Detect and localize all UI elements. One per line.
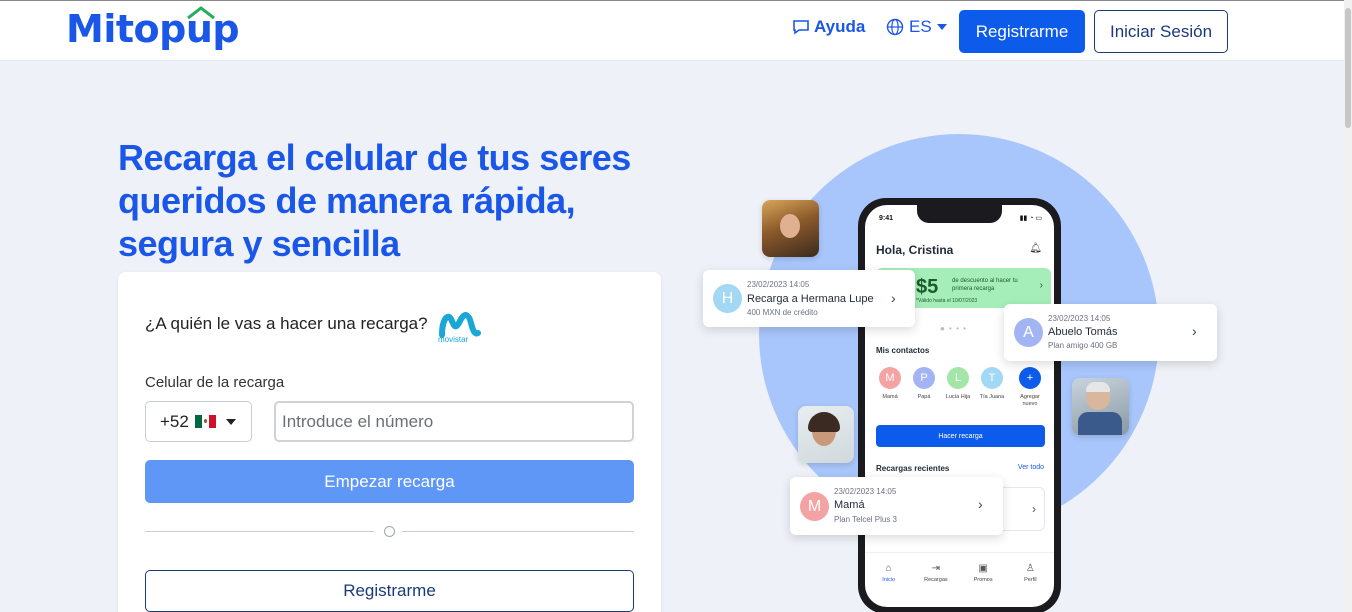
roof-icon <box>187 6 215 20</box>
recharge-date: 23/02/2023 14:05 <box>834 487 897 496</box>
contact-name: Mamá <box>882 394 898 400</box>
contact-name: Agregar nuevo <box>1020 394 1040 407</box>
recharge-date: 23/02/2023 14:05 <box>1048 314 1111 323</box>
recharge-date: 23/02/2023 14:05 <box>747 280 810 289</box>
recent-recharge-card: H 23/02/2023 14:05 Recarga a Hermana Lup… <box>703 270 915 327</box>
divider <box>145 531 374 532</box>
promo-amount: $5 <box>916 276 939 298</box>
woman-phone-photo <box>798 406 854 463</box>
avatar: T <box>981 367 1003 389</box>
user-icon: ♙ <box>1025 562 1035 574</box>
help-link[interactable]: Ayuda <box>792 17 865 37</box>
operator-name: movistar <box>438 335 469 344</box>
contacts-title: Mis contactos <box>876 346 930 355</box>
app-greeting: Hola, Cristina <box>876 243 954 257</box>
exit-icon: ⇥ <box>931 562 941 574</box>
chevron-down-icon <box>936 24 947 30</box>
top-header: Mitopup Ayuda ES Registrarme Iniciar Ses… <box>0 0 1352 61</box>
contact-item: + Agregar nuevo <box>1015 367 1045 408</box>
phone-time: 9:41 <box>879 215 894 222</box>
promo-text: de descuento al hacer tu primera recarga <box>952 278 1018 292</box>
nav-item-promos: ▣ Promos <box>968 563 998 583</box>
language-label: ES <box>909 17 932 36</box>
register-button-secondary[interactable]: Registrarme <box>145 570 634 612</box>
phone-label: Celular de la recarga <box>145 374 285 391</box>
contact-name: Tía Juana <box>979 394 1005 400</box>
globe-icon <box>886 18 904 36</box>
chevron-right-icon: › <box>1032 502 1036 516</box>
contact-name: Papá <box>917 394 931 400</box>
see-all-link: Ver todo <box>1017 464 1044 471</box>
avatar: M <box>800 492 829 521</box>
divider <box>402 531 634 532</box>
contact-item: L Lucía Hija <box>943 367 973 401</box>
app-bottom-nav: ⌂ Inicio ⇥ Recargas ▣ Promos ♙ Perfil <box>865 552 1054 592</box>
signal-battery-icon: ▮▮ ◔ ▭ <box>1019 215 1042 222</box>
avatar: P <box>913 367 935 389</box>
avatar: A <box>1014 318 1043 347</box>
chevron-right-icon: › <box>891 290 896 306</box>
recent-recharge-card: A 23/02/2023 14:05 Abuelo Tomás Plan ami… <box>1004 304 1217 361</box>
nav-item-profile: ♙ Perfil <box>1015 563 1045 583</box>
recharge-name: Mamá <box>834 499 865 511</box>
language-select[interactable]: ES <box>886 17 947 37</box>
recharge-name: Recarga a Hermana Lupe <box>747 293 874 305</box>
app-recharge-button: Hacer recarga <box>876 425 1045 447</box>
avatar: H <box>713 284 742 313</box>
contact-item: M Mamá <box>875 367 905 401</box>
carousel-dots: ● • • • <box>940 324 967 333</box>
chevron-down-icon <box>225 418 236 425</box>
gift-icon: ▣ <box>978 562 988 574</box>
start-recharge-button[interactable]: Empezar recarga <box>145 460 634 503</box>
recharge-detail: 400 MXN de crédito <box>747 308 818 317</box>
recharge-detail: Plan Telcel Plus 3 <box>834 515 897 524</box>
recent-recharge-card: M 23/02/2023 14:05 Mamá Plan Telcel Plus… <box>790 477 1003 535</box>
avatar: M <box>879 367 901 389</box>
recharge-detail: Plan amigo 400 GB <box>1048 341 1118 350</box>
hero-title: Recarga el celular de tus seres queridos… <box>118 137 631 264</box>
nav-item-home: ⌂ Inicio <box>874 563 904 583</box>
recipient-question: ¿A quién le vas a hacer una recarga? <box>145 314 428 333</box>
chevron-right-icon: › <box>1039 280 1043 291</box>
recent-title: Recargas recientes <box>876 464 950 473</box>
bell-icon: 🔔︎ <box>1029 243 1042 254</box>
woman-photo <box>762 200 819 257</box>
country-code-select[interactable]: +52 <box>145 401 252 442</box>
country-code: +52 <box>160 411 189 431</box>
home-icon: ⌂ <box>885 562 892 574</box>
help-label: Ayuda <box>814 17 866 36</box>
add-contact-icon: + <box>1019 367 1041 389</box>
page-scrollbar[interactable] <box>1344 0 1352 612</box>
contact-name: Lucía Hija <box>945 394 971 400</box>
chat-icon <box>793 20 809 35</box>
phone-number-input[interactable] <box>274 401 634 442</box>
phone-screen: 9:41 ▮▮ ◔ ▭ Hola, Cristina 🔔︎ $5 de desc… <box>865 205 1054 607</box>
phone-mockup: 9:41 ▮▮ ◔ ▭ Hola, Cristina 🔔︎ $5 de desc… <box>858 198 1061 612</box>
phone-notch <box>917 205 1002 223</box>
chevron-right-icon: › <box>1192 323 1197 339</box>
mexico-flag-icon <box>194 415 216 428</box>
recharge-form-card: ¿A quién le vas a hacer una recarga? mov… <box>118 272 661 612</box>
recharge-name: Abuelo Tomás <box>1048 326 1118 338</box>
divider-circle-icon <box>384 526 395 537</box>
scrollbar-thumb[interactable] <box>1345 8 1351 128</box>
avatar: L <box>947 367 969 389</box>
nav-item-recharges: ⇥ Recargas <box>921 563 951 583</box>
register-button[interactable]: Registrarme <box>959 10 1085 53</box>
chevron-right-icon: › <box>978 496 983 512</box>
promo-validity: *Válido hasta el 10/07/2023 <box>916 298 978 304</box>
login-button[interactable]: Iniciar Sesión <box>1094 10 1228 53</box>
contact-item: P Papá <box>909 367 939 401</box>
contact-item: T Tía Juana <box>977 367 1007 401</box>
grandpa-photo <box>1072 378 1129 435</box>
